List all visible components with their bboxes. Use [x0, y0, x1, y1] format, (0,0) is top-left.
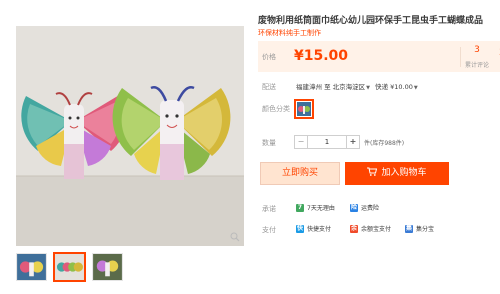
jifenbao-label: 集分宝: [416, 226, 435, 233]
color-label: 颜色分类: [262, 105, 290, 113]
quick-pay-icon: 快: [296, 224, 304, 233]
shipping-to-word: 至: [324, 83, 331, 91]
shipping-destination[interactable]: 北京海淀区: [333, 83, 366, 91]
yuebao-icon: 余: [350, 224, 358, 233]
quantity-label: 数量: [262, 139, 276, 147]
shipping-insurance-icon: 险: [350, 203, 358, 212]
shipping-method[interactable]: 快递 ¥10.00: [375, 83, 413, 91]
review-label[interactable]: 累计评论: [457, 60, 497, 69]
stock-text: 件(库存988件): [364, 140, 405, 147]
seven-day-return-icon: 7: [296, 203, 304, 212]
quantity-input[interactable]: 1: [308, 135, 346, 149]
product-subtitle: 环保材料纯手工制作: [258, 29, 321, 37]
price-panel: 价格 ¥15.00 3 累计评论 3: [258, 41, 500, 72]
buy-now-button[interactable]: 立即购买: [260, 162, 340, 185]
promise-insurance-label: 运费险: [361, 205, 380, 212]
quick-pay-label: 快捷支付: [307, 226, 332, 233]
promise-label: 承诺: [262, 205, 276, 213]
price-label: 价格: [262, 53, 276, 61]
payment-quick-pay[interactable]: 快 快捷支付: [296, 224, 331, 233]
thumbnail-strip: [16, 252, 123, 282]
shipping-from: 福建漳州: [296, 83, 322, 91]
payment-yuebao[interactable]: 余 余额宝支付: [350, 224, 391, 233]
chevron-down-icon[interactable]: ▼: [366, 85, 370, 91]
add-to-cart-label: 加入购物车: [381, 168, 427, 178]
promise-shipping-insurance[interactable]: 险 运费险: [350, 203, 379, 212]
main-product-image[interactable]: [16, 26, 244, 246]
shipping-label: 配送: [262, 83, 276, 91]
butterfly-craft-photo: [16, 26, 244, 246]
shipping-row: 福建漳州 至 北京海淀区▼ 快递 ¥10.00▼: [296, 81, 421, 91]
yuebao-label: 余额宝支付: [361, 226, 392, 233]
add-to-cart-button[interactable]: 加入购物车: [345, 162, 449, 185]
promise-7day-label: 7天无理由: [307, 205, 335, 212]
chevron-down-icon[interactable]: ▼: [414, 85, 418, 91]
quantity-increase-button[interactable]: +: [346, 135, 360, 149]
thumbnail-1[interactable]: [16, 253, 47, 281]
zoom-icon[interactable]: [230, 232, 240, 242]
thumbnail-2[interactable]: [53, 252, 86, 282]
color-swatch[interactable]: [294, 99, 314, 119]
review-count[interactable]: 3: [461, 45, 493, 55]
payment-label: 支付: [262, 226, 276, 234]
price-value: ¥15.00: [294, 48, 349, 64]
cart-icon: [367, 167, 378, 176]
thumbnail-image: [93, 254, 122, 280]
quantity-decrease-button[interactable]: −: [294, 135, 308, 149]
product-info-panel: 废物利用纸筒面巾纸心幼儿园环保手工昆虫手工蝴蝶成品 环保材料纯手工制作 价格 ¥…: [258, 0, 500, 294]
payment-jifenbao[interactable]: 集 集分宝: [405, 224, 434, 233]
product-title: 废物利用纸筒面巾纸心幼儿园环保手工昆虫手工蝴蝶成品: [258, 16, 484, 26]
swatch-image: [297, 102, 311, 116]
thumbnail-image: [17, 254, 46, 280]
thumbnail-image: [55, 254, 84, 280]
promise-7day[interactable]: 7 7天无理由: [296, 203, 335, 212]
thumbnail-3[interactable]: [92, 253, 123, 281]
jifenbao-icon: 集: [405, 224, 413, 233]
